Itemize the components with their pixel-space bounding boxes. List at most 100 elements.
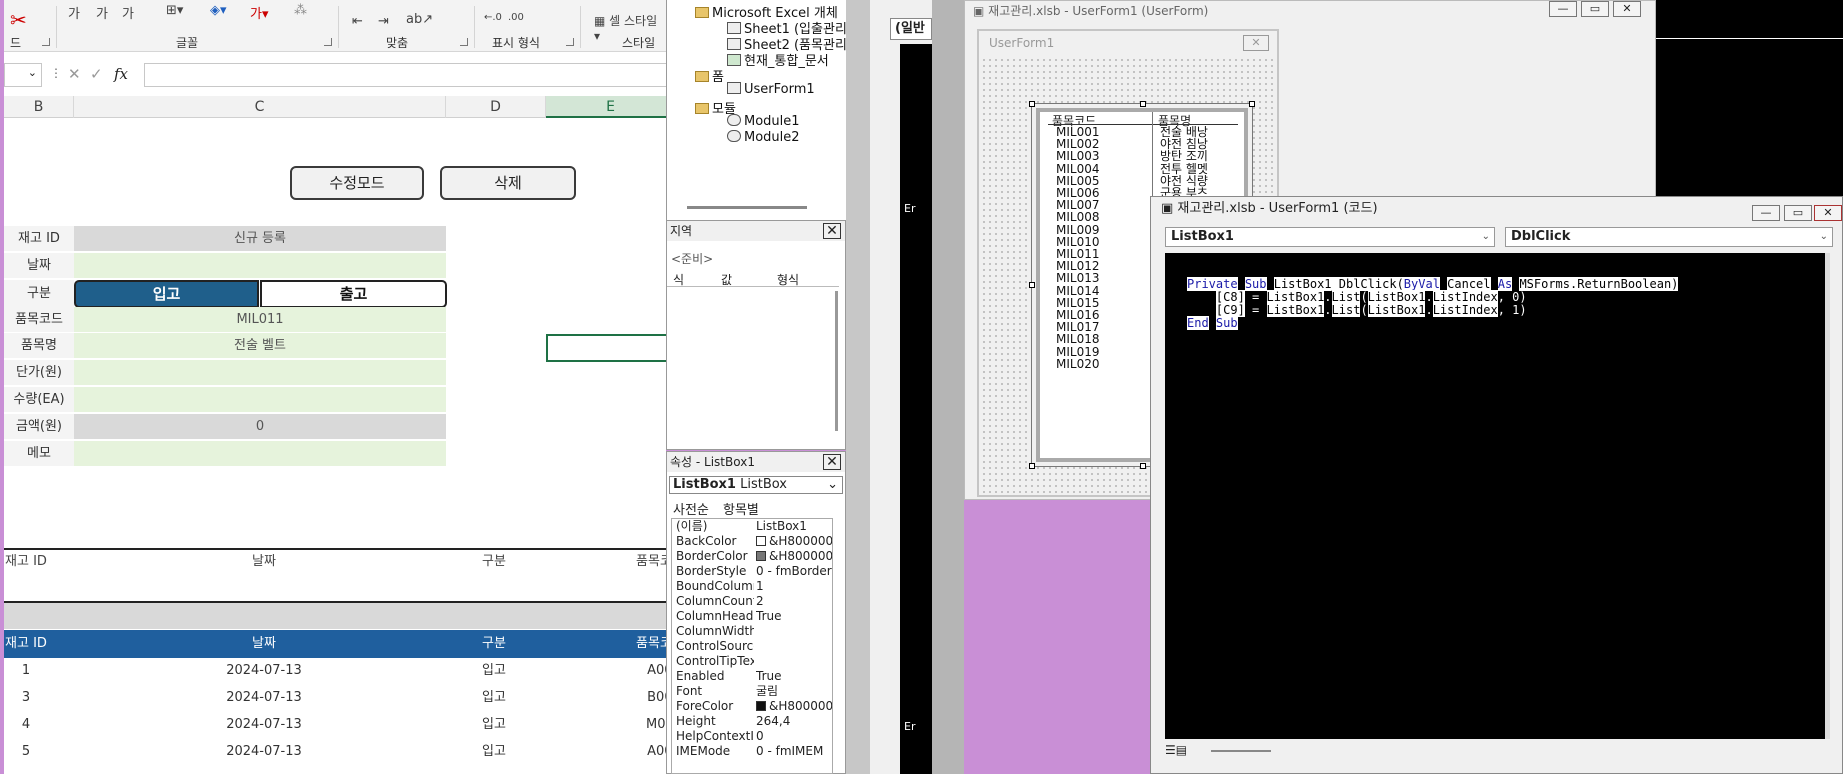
tree-item[interactable]: Module2 <box>727 130 800 145</box>
border-icon[interactable]: ⊞▾ <box>166 3 183 18</box>
listbox-item-name[interactable]: 전술 배낭 <box>1160 126 1214 138</box>
font-size-down[interactable]: 가 <box>96 3 108 22</box>
property-row[interactable]: BackColor&H8000000 <box>672 534 832 549</box>
close-button[interactable]: ✕ <box>1814 205 1842 221</box>
tab-categorized[interactable]: 항목별 <box>723 499 759 518</box>
listbox-item-code[interactable]: MIL020 <box>1056 358 1099 370</box>
col-type[interactable]: 형식 <box>777 271 799 288</box>
property-row[interactable]: ColumnHeads True <box>672 609 832 624</box>
listbox-item-code[interactable]: MIL004 <box>1056 163 1099 175</box>
property-row[interactable]: HelpContextID0 <box>672 729 832 744</box>
procedure-combo[interactable]: DblClick ⌄ <box>1505 227 1833 247</box>
listbox-item-name[interactable]: 야전 침낭 <box>1160 138 1214 150</box>
vertical-scrollbar[interactable] <box>835 291 838 431</box>
property-row[interactable]: ColumnCount 2 <box>672 594 832 609</box>
listbox-item-name[interactable]: 야전 식량 <box>1160 175 1214 187</box>
property-row[interactable]: ForeColor&H8000000 <box>672 699 832 714</box>
horizontal-scrollbar[interactable] <box>687 206 807 209</box>
fx-icon[interactable]: fx <box>114 65 128 83</box>
listbox-item-name[interactable]: 전투 헬멧 <box>1160 163 1214 175</box>
vertical-scrollbar[interactable] <box>1825 253 1830 739</box>
edit-mode-button[interactable]: 수정모드 <box>290 166 424 200</box>
property-row[interactable]: ControlTipTex <box>672 654 832 669</box>
formula-input[interactable] <box>144 63 666 87</box>
property-row[interactable]: BorderStyle 0 - fmBorder <box>672 564 832 579</box>
fill-color-icon[interactable]: ◈▾ <box>210 3 227 18</box>
font-size-up[interactable]: 가 <box>68 3 80 22</box>
tree-item[interactable]: 폼 <box>695 66 724 85</box>
code-field[interactable]: MIL011 <box>74 307 446 333</box>
listbox-item-code[interactable]: MIL007 <box>1056 199 1099 211</box>
memo-field[interactable] <box>74 441 446 467</box>
table-row[interactable]: 4 2024-07-13 입고 M048 <box>4 713 666 740</box>
indent-increase-icon[interactable]: ⇥ <box>378 14 389 29</box>
object-selector[interactable]: ListBox1 ListBox ⌄ <box>669 476 843 494</box>
property-row[interactable]: Font 굴림 <box>672 684 832 699</box>
delete-button[interactable]: 삭제 <box>440 166 576 200</box>
table-row[interactable]: 5 2024-07-13 입고 A002 <box>4 740 666 767</box>
name-box[interactable]: ⌄ <box>4 63 42 87</box>
code-editor[interactable]: Private Sub ListBox1_DblClick(ByVal Canc… <box>1165 253 1830 739</box>
column-header-c[interactable]: C <box>74 96 446 118</box>
resize-handle[interactable] <box>1140 463 1146 469</box>
listbox-item-code[interactable]: MIL018 <box>1056 333 1099 345</box>
clipboard-launcher-icon[interactable] <box>42 38 50 46</box>
tree-item[interactable]: UserForm1 <box>727 82 815 97</box>
col-expression[interactable]: 식 <box>673 271 684 288</box>
property-row[interactable]: BoundColumn 1 <box>672 579 832 594</box>
resize-handle[interactable] <box>1029 463 1035 469</box>
resize-handle[interactable] <box>1249 101 1255 107</box>
close-icon[interactable]: ✕ <box>823 454 841 470</box>
increase-decimal-icon[interactable]: ←.0 <box>484 12 502 23</box>
type-in-button[interactable]: 입고 <box>74 280 259 308</box>
price-field[interactable] <box>74 360 446 386</box>
chevron-down-icon[interactable]: ⌄ <box>827 477 838 493</box>
format-painter-icon[interactable]: ✂ <box>10 8 27 32</box>
font-launcher-icon[interactable] <box>324 38 332 46</box>
font-color-icon[interactable]: 가▾ <box>250 3 269 22</box>
type-out-button[interactable]: 출고 <box>260 280 447 308</box>
maximize-button[interactable]: ▭ <box>1581 1 1609 17</box>
tree-item[interactable]: 현재_통합_문서 <box>727 50 829 69</box>
chevron-down-icon[interactable]: ⌄ <box>1482 228 1490 246</box>
property-row[interactable]: ControlSource <box>672 639 832 654</box>
listbox-item-code[interactable]: MIL011 <box>1056 248 1099 260</box>
listbox-item-code[interactable]: MIL006 <box>1056 187 1099 199</box>
col-value[interactable]: 값 <box>721 271 732 288</box>
listbox-item-code[interactable]: MIL013 <box>1056 272 1099 284</box>
resize-handle[interactable] <box>1029 282 1035 288</box>
active-cell[interactable] <box>546 334 666 362</box>
minimize-button[interactable]: — <box>1752 205 1780 221</box>
listbox-item-code[interactable]: MIL001 <box>1056 126 1099 138</box>
view-toggle[interactable]: ☰▤ <box>1165 743 1201 761</box>
horizontal-scrollbar[interactable] <box>1211 750 1271 752</box>
text-style-icon[interactable]: ⁂ <box>294 3 307 18</box>
enter-icon[interactable]: ✓ <box>90 65 103 83</box>
chevron-down-icon[interactable]: ⌄ <box>1820 228 1828 246</box>
object-combo[interactable]: ListBox1 ⌄ <box>1165 227 1495 247</box>
listbox-item-code[interactable]: MIL012 <box>1056 260 1099 272</box>
listbox-item-code[interactable]: MIL002 <box>1056 138 1099 150</box>
property-row[interactable]: IMEMode 0 - fmIMEM <box>672 744 832 759</box>
maximize-button[interactable]: ▭ <box>1784 205 1812 221</box>
listbox-item-code[interactable]: MIL015 <box>1056 297 1099 309</box>
general-combo[interactable]: (일반 <box>890 18 932 40</box>
property-row[interactable]: BorderColor&H8000000 <box>672 549 832 564</box>
property-row[interactable]: (이름) ListBox1 <box>672 519 832 534</box>
chevron-down-icon[interactable]: ⌄ <box>28 66 37 79</box>
tree-item[interactable]: Module1 <box>727 114 800 129</box>
property-row[interactable]: Enabled True <box>672 669 832 684</box>
alignment-launcher-icon[interactable] <box>460 38 468 46</box>
listbox-item-code[interactable]: MIL019 <box>1056 346 1099 358</box>
column-header-d[interactable]: D <box>446 96 546 118</box>
listbox-item-name[interactable]: 방탄 조끼 <box>1160 150 1214 162</box>
listbox-item-code[interactable]: MIL010 <box>1056 236 1099 248</box>
tab-alphabetic[interactable]: 사전순 <box>673 499 709 518</box>
phonetic-guide[interactable]: 가 <box>122 3 134 22</box>
minimize-button[interactable]: — <box>1549 1 1577 17</box>
listbox-item-code[interactable]: MIL016 <box>1056 309 1099 321</box>
listbox-item-code[interactable]: MIL017 <box>1056 321 1099 333</box>
date-field[interactable] <box>74 253 446 279</box>
name-field[interactable]: 전술 벨트 <box>74 333 446 359</box>
resize-handle[interactable] <box>1029 101 1035 107</box>
